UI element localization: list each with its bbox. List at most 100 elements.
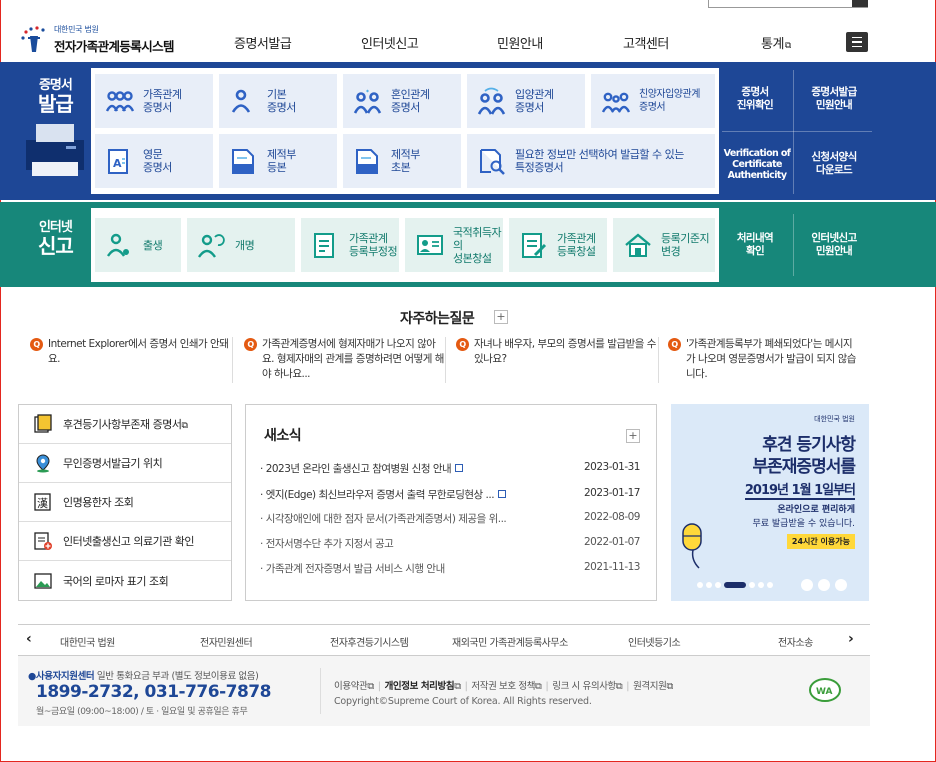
card-label: 출생 [143,238,163,252]
card-label: 개명 [235,238,255,252]
card-correction-report[interactable]: 가족관계 등록부정정 [301,218,399,272]
quick-label: 국어의 로마자 표기 조회 [63,574,169,588]
site-logo[interactable]: 대한민국 법원 전자가족관계등록시스템 [20,24,175,55]
news-item-title: 가족관계 전자증명서 발급 서비스 시행 안내 [265,563,446,575]
page-dot[interactable] [749,582,755,588]
footer-link-terms[interactable]: 이용약관 [334,681,368,692]
id-card-icon [417,235,443,255]
news-more-button[interactable]: + [626,429,640,443]
quick-hospital-check[interactable]: 인터넷출생신고 의료기관 확인 [19,522,231,561]
cert-authenticity-button[interactable]: 증명서 진위확인 [722,70,788,128]
card-domicile-change-report[interactable]: 등록기준지 변경 [613,218,715,272]
card-register-create-report[interactable]: 가족관계 등록창설 [509,218,607,272]
location-pin-icon [36,454,50,473]
cert-guide-button[interactable]: 증명서발급 민원안내 [796,70,872,128]
card-nationality-report[interactable]: 국적취득자의 성본창설 [405,218,503,272]
card-removal-copy[interactable]: 제적부 등본 [219,134,337,188]
nav-stats-label: 통계 [761,37,784,52]
promo-banner[interactable]: 대한민국 법원 후견 등기사항 부존재증명서를 2019년 1월 1일부터 온라… [671,404,869,601]
faq-more-button[interactable]: + [494,310,508,324]
card-basic-cert[interactable]: 기본 증명서 [219,74,337,128]
faq-item[interactable]: Q '가족관계등록부가 폐쇄되었다'는 메시지가 나오며 영문증명서가 발급이 되… [668,337,858,382]
page-dot[interactable] [715,582,721,588]
quick-hanja-search[interactable]: 漢 인명용한자 조회 [19,483,231,522]
nav-customer[interactable]: 고객센터 [623,33,669,52]
separator: | [626,681,630,692]
svg-text:漢: 漢 [37,497,48,510]
banner-line: 무료 발급받을 수 있습니다. [752,519,855,529]
faq-item[interactable]: Q 자녀나 배우자, 부모의 증명서를 발급받을 수 있나요? [456,337,656,367]
page-dot-active[interactable] [724,582,746,588]
page-dot[interactable] [767,582,773,588]
quick-romanization[interactable]: 국어의 로마자 표기 조회 [19,561,231,600]
card-full-adoption-cert[interactable]: 친양자입양관계 증명서 [591,74,715,128]
report-title-big: 신고 [38,234,74,258]
footer-link-remote[interactable]: 원격지원 [633,681,667,692]
chevron-right-icon[interactable]: › [848,631,854,647]
page-dot[interactable] [697,582,703,588]
faq-item[interactable]: Q 가족관계증명서에 형제자매가 나오지 않아요. 형제자매의 관계를 증명하려면… [244,337,444,382]
support-center-label: 사용자지원센터 [35,671,95,682]
news-item[interactable]: · 2023년 온라인 출생신고 참여병원 신청 안내 2023-01-31 [260,461,641,477]
news-item[interactable]: · 전자서명수단 추가 지정서 공고 2022-01-07 [260,536,641,552]
report-card-panel: 출생 개명 가족관계 등록부정정 국적취득자의 성본창설 가족관계 등록창설 등… [91,208,719,282]
card-family-relation-cert[interactable]: 가족관계 증명서 [95,74,213,128]
card-adoption-cert[interactable]: 입양관계 증명서 [467,74,585,128]
card-removal-abstract[interactable]: 제적부 초본 [343,134,461,188]
page-dot[interactable] [758,582,764,588]
question-icon: Q [668,338,681,351]
search-button[interactable] [852,0,868,7]
family-icon [105,91,135,112]
news-item[interactable]: · 엣지(Edge) 최신브라우저 증명서 출력 무한로딩현상 ... 2023-… [260,487,641,503]
report-guide-button[interactable]: 인터넷신고 민원안내 [796,214,872,276]
faq-item[interactable]: Q Internet Explorer에서 증명서 인쇄가 안돼요. [30,337,230,367]
banner-pagination[interactable] [697,579,847,591]
court-emblem-icon [21,25,45,52]
form-download-button[interactable]: 신청서양식 다운로드 [796,134,872,194]
new-badge-icon [498,490,507,498]
card-english-cert[interactable]: A 영문 증명서 [95,134,213,188]
nav-certificate[interactable]: 증명서발급 [234,33,292,52]
search-box[interactable] [708,0,868,8]
report-history-button[interactable]: 처리내역 확인 [722,214,788,276]
family-site-link[interactable]: 재외국민 가족관계등록사무소 [452,634,568,649]
footer-link-notice[interactable]: 링크 시 유의사항 [552,681,616,692]
family-site-link[interactable]: 인터넷등기소 [628,634,681,649]
page-dot[interactable] [706,582,712,588]
verification-english-button[interactable]: Verification of Certificate Authenticity [722,134,792,194]
picture-icon [34,572,52,589]
card-rename-report[interactable]: 개명 [187,218,295,272]
chevron-left-icon[interactable]: ‹ [26,631,32,647]
support-center-note: 일반 통화요금 부과 (별도 정보이용료 없음) [96,671,259,682]
footer-link-copyright[interactable]: 저작권 보호 정책 [471,681,535,692]
news-item[interactable]: · 가족관계 전자증명서 발급 서비스 시행 안내 2021-11-13 [260,561,641,577]
footer-link-privacy[interactable]: 개인정보 처리방침 [385,681,455,692]
news-item-title: 시각장애인에 대한 점자 문서(가족관계증명서) 제공을 위... [265,513,507,525]
nav-stats[interactable]: 통계⧉ [761,33,791,52]
nav-report[interactable]: 인터넷신고 [361,33,419,52]
all-menu-button[interactable] [846,32,868,52]
rename-icon [198,234,225,258]
quick-links: 후견등기사항부존재 증명서⧉ 무인증명서발급기 위치 漢 인명용한자 조회 인터… [18,404,232,601]
card-marriage-cert[interactable]: 혼인관계 증명서 [343,74,461,128]
card-birth-report[interactable]: 출생 [95,218,181,272]
quick-label: 후견등기사항부존재 증명서⧉ [63,416,188,432]
card-specific-cert[interactable]: 필요한 정보만 선택하여 발급할 수 있는 특정증명서 [467,134,715,188]
prev-banner-icon[interactable] [801,579,813,591]
next-banner-icon[interactable] [835,579,847,591]
card-label: 등록기준지 변경 [661,232,710,258]
nav-guide[interactable]: 민원안내 [497,33,543,52]
question-icon: Q [244,338,257,351]
mouse-click-icon [682,523,702,569]
new-window-icon: ⧉ [535,681,542,692]
quick-kiosk-location[interactable]: 무인증명서발급기 위치 [19,444,231,483]
news-item[interactable]: · 시각장애인에 대한 점자 문서(가족관계증명서) 제공을 위... 2022-… [260,511,641,527]
pause-banner-icon[interactable] [818,579,830,591]
news-title: 새소식 [264,428,302,444]
family-site-link[interactable]: 대한민국 법원 [60,634,115,649]
report-section: 인터넷 신고 출생 개명 가족관계 등록부정정 국적취득자의 성본창설 가족관계… [0,202,936,287]
family-site-link[interactable]: 전자후견등기시스템 [330,634,409,649]
family-site-link[interactable]: 전자소송 [778,634,813,649]
quick-guardianship-cert[interactable]: 후견등기사항부존재 증명서⧉ [19,405,231,444]
family-site-link[interactable]: 전자민원센터 [200,634,253,649]
